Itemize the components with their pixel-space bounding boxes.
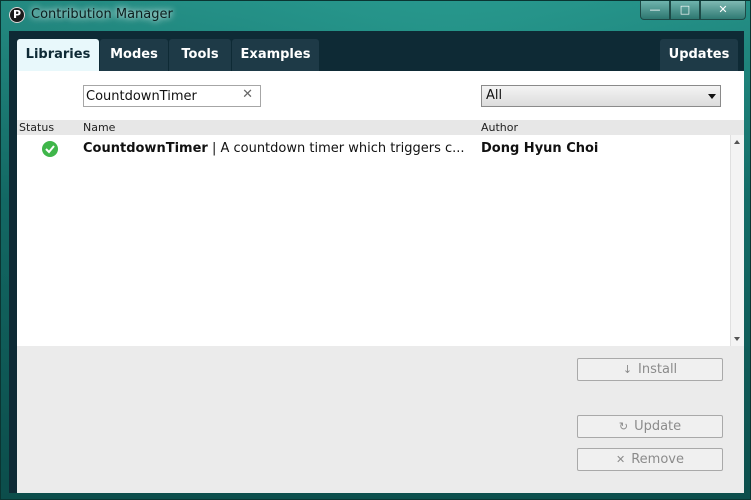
window-title: Contribution Manager [31, 7, 173, 22]
close-button[interactable]: ✕ [700, 1, 746, 20]
remove-button[interactable]: ✕ Remove [577, 448, 723, 471]
table-row[interactable]: CountdownTimer | A countdown timer which… [17, 135, 722, 161]
libraries-panel: ✕ All Status Name Author CountdownTimer [17, 71, 744, 346]
remove-label: Remove [631, 452, 684, 467]
search-input[interactable] [86, 88, 236, 104]
scroll-up-icon[interactable] [734, 140, 740, 144]
window-controls: — □ ✕ [640, 1, 746, 21]
action-panel: ↓ Install ↻ Update ✕ Remove [17, 346, 744, 493]
maximize-button[interactable]: □ [670, 1, 700, 20]
installed-check-icon [42, 141, 58, 157]
column-header-status[interactable]: Status [19, 121, 54, 134]
contribution-manager-window: P Contribution Manager — □ ✕ Libraries M… [0, 0, 751, 500]
search-field[interactable]: ✕ [83, 85, 261, 107]
install-button[interactable]: ↓ Install [577, 358, 723, 381]
tab-libraries[interactable]: Libraries [17, 39, 99, 71]
library-name: CountdownTimer [83, 141, 208, 156]
client-area: Libraries Modes Tools Examples Updates ✕… [9, 31, 744, 493]
scroll-down-icon[interactable] [734, 337, 740, 341]
chevron-down-icon [708, 94, 716, 99]
category-selected-value: All [486, 88, 503, 103]
close-icon: ✕ [616, 453, 626, 466]
update-label: Update [634, 419, 682, 434]
list-scrollbar[interactable] [730, 135, 744, 346]
processing-icon: P [9, 7, 25, 23]
minimize-button[interactable]: — [640, 1, 670, 20]
tab-examples[interactable]: Examples [232, 39, 319, 71]
tab-updates[interactable]: Updates [660, 39, 738, 71]
download-icon: ↓ [622, 363, 633, 376]
library-description: | A countdown timer which triggers c... [211, 141, 465, 156]
contributions-list: CountdownTimer | A countdown timer which… [17, 135, 722, 346]
title-bar[interactable]: P Contribution Manager — □ ✕ [1, 1, 751, 31]
tab-bar: Libraries Modes Tools Examples Updates [9, 31, 744, 71]
column-header-name[interactable]: Name [83, 121, 115, 134]
table-header: Status Name Author [17, 120, 744, 135]
refresh-icon: ↻ [618, 420, 629, 433]
column-header-author[interactable]: Author [481, 121, 518, 134]
tab-modes[interactable]: Modes [100, 39, 168, 71]
library-author: Dong Hyun Choi [481, 141, 599, 156]
row-name: CountdownTimer | A countdown timer which… [83, 141, 465, 156]
clear-search-icon[interactable]: ✕ [242, 87, 253, 102]
tab-tools[interactable]: Tools [169, 39, 231, 71]
update-button[interactable]: ↻ Update [577, 415, 723, 438]
category-dropdown[interactable]: All [481, 85, 721, 107]
install-label: Install [638, 362, 678, 377]
